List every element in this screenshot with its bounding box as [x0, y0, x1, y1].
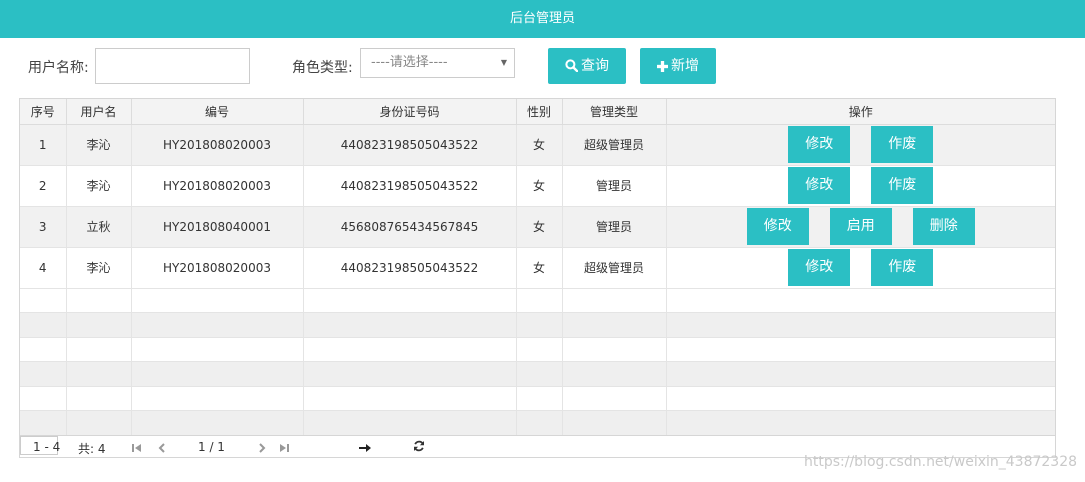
username-input[interactable]	[95, 48, 250, 84]
refresh-icon[interactable]	[413, 440, 425, 455]
empty-row	[20, 361, 1055, 387]
pager-page: 1 / 1	[198, 440, 225, 454]
cell-id-number: 440823198505043522	[303, 124, 517, 166]
pager-range: 1 - 4	[33, 440, 61, 454]
role-select[interactable]: ----请选择---- ▼	[360, 48, 515, 78]
cell-admin-type: 管理员	[562, 165, 667, 207]
cell-username: 立秋	[66, 206, 132, 248]
role-select-value: ----请选择----	[371, 55, 448, 70]
void-button[interactable]: 作废	[871, 249, 934, 286]
cell-id-number: 440823198505043522	[303, 247, 517, 289]
void-button[interactable]: 作废	[871, 167, 934, 204]
role-label: 角色类型:	[292, 60, 353, 76]
next-page-icon[interactable]	[257, 442, 267, 456]
cell-gender: 女	[516, 247, 563, 289]
cell-gender: 女	[516, 206, 563, 248]
cell-admin-type: 超级管理员	[562, 247, 667, 289]
enable-button[interactable]: 启用	[829, 208, 892, 245]
cell-admin-type: 超级管理员	[562, 124, 667, 166]
empty-row	[20, 386, 1055, 412]
first-page-icon[interactable]	[132, 442, 142, 456]
username-label: 用户名称:	[28, 60, 89, 76]
cell-username: 李沁	[66, 165, 132, 207]
empty-row	[20, 312, 1055, 338]
filter-bar: 用户名称: 角色类型: ----请选择---- ▼ 查询 新增	[0, 46, 1085, 86]
column-header[interactable]: 身份证号码	[303, 99, 517, 125]
cell-actions: 修改 作废	[666, 124, 1055, 166]
table-row[interactable]: 3 立秋 HY201808040001 456808765434567845 女…	[20, 206, 1055, 248]
cell-code: HY201808020003	[131, 165, 304, 207]
cell-seq: 4	[20, 247, 67, 289]
delete-button[interactable]: 删除	[912, 208, 975, 245]
edit-button[interactable]: 修改	[746, 208, 809, 245]
cell-actions: 修改 启用 删除	[666, 206, 1055, 248]
void-button[interactable]: 作废	[871, 126, 934, 163]
prev-page-icon[interactable]	[157, 442, 167, 456]
add-button[interactable]: 新增	[640, 48, 716, 84]
cell-code: HY201808040001	[131, 206, 304, 248]
cell-username: 李沁	[66, 247, 132, 289]
add-button-label: 新增	[671, 58, 699, 74]
cell-seq: 3	[20, 206, 67, 248]
column-header[interactable]: 用户名	[66, 99, 132, 125]
page-title: 后台管理员	[509, 11, 575, 26]
query-button-label: 查询	[581, 58, 609, 74]
edit-button[interactable]: 修改	[788, 167, 851, 204]
column-header[interactable]: 序号	[20, 99, 67, 125]
page-header: 后台管理员	[0, 0, 1085, 38]
search-icon	[565, 59, 579, 73]
cell-admin-type: 管理员	[562, 206, 667, 248]
empty-row	[20, 288, 1055, 314]
cell-seq: 1	[20, 124, 67, 166]
cell-id-number: 456808765434567845	[303, 206, 517, 248]
table-header-row: 序号 用户名 编号 身份证号码 性别 管理类型 操作	[20, 99, 1055, 125]
cell-code: HY201808020003	[131, 124, 304, 166]
chevron-down-icon: ▼	[500, 58, 507, 67]
cell-username: 李沁	[66, 124, 132, 166]
column-header[interactable]: 编号	[131, 99, 304, 125]
plus-icon	[657, 61, 668, 72]
watermark-text: https://blog.csdn.net/weixin_43872328	[804, 454, 1078, 470]
column-header[interactable]: 管理类型	[562, 99, 667, 125]
cell-actions: 修改 作废	[666, 247, 1055, 289]
table-row[interactable]: 1 李沁 HY201808020003 440823198505043522 女…	[20, 124, 1055, 166]
cell-seq: 2	[20, 165, 67, 207]
table-row[interactable]: 4 李沁 HY201808020003 440823198505043522 女…	[20, 247, 1055, 289]
column-header[interactable]: 性别	[516, 99, 563, 125]
cell-id-number: 440823198505043522	[303, 165, 517, 207]
cell-gender: 女	[516, 165, 563, 207]
pager-total: 共: 4	[78, 442, 106, 456]
cell-code: HY201808020003	[131, 247, 304, 289]
go-arrow-icon[interactable]	[359, 442, 371, 456]
column-header: 操作	[666, 99, 1055, 125]
query-button[interactable]: 查询	[548, 48, 626, 84]
edit-button[interactable]: 修改	[788, 126, 851, 163]
empty-row	[20, 410, 1055, 437]
edit-button[interactable]: 修改	[788, 249, 851, 286]
empty-row	[20, 337, 1055, 363]
cell-gender: 女	[516, 124, 563, 166]
table-row[interactable]: 2 李沁 HY201808020003 440823198505043522 女…	[20, 165, 1055, 207]
admin-table: 序号 用户名 编号 身份证号码 性别 管理类型 操作 1 李沁 HY201808…	[19, 98, 1056, 458]
cell-actions: 修改 作废	[666, 165, 1055, 207]
last-page-icon[interactable]	[279, 442, 289, 456]
